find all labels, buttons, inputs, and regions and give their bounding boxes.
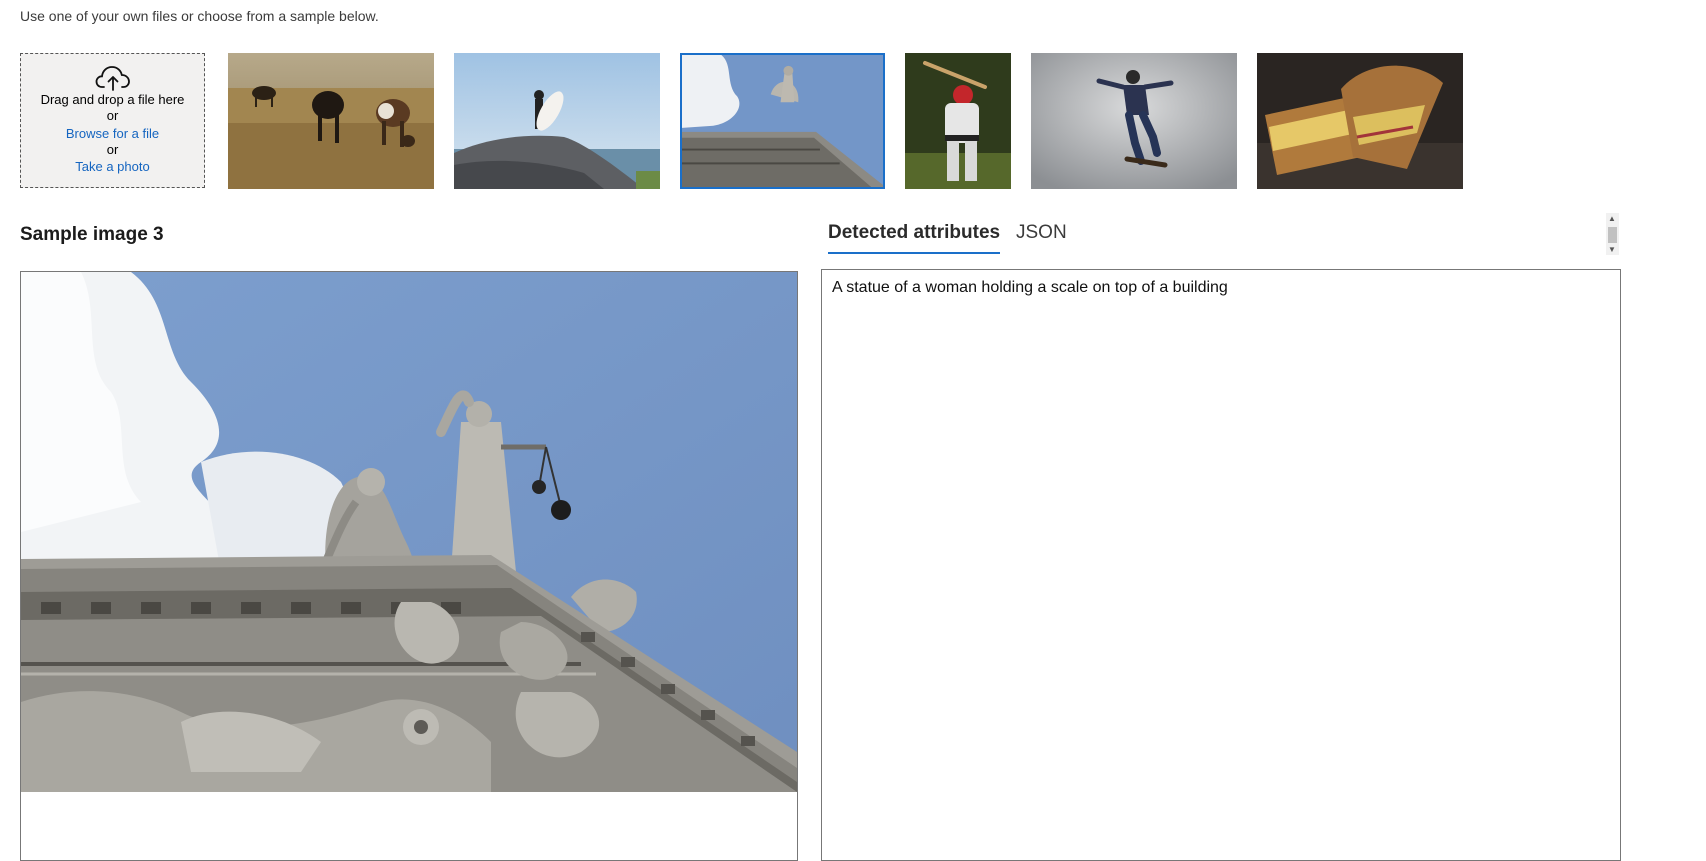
upload-dropzone[interactable]: Drag and drop a file here or Browse for … bbox=[20, 53, 205, 188]
sample-thumbnail-surfer[interactable] bbox=[454, 53, 660, 189]
browse-file-link[interactable]: Browse for a file bbox=[21, 126, 204, 142]
sample-thumbnail-sandwich[interactable] bbox=[1257, 53, 1463, 189]
sample-thumbnail-statue[interactable] bbox=[680, 53, 885, 189]
sample-image-title: Sample image 3 bbox=[20, 224, 164, 245]
skateboarder-image bbox=[1031, 53, 1237, 189]
sample-thumbnail-baseball[interactable] bbox=[905, 53, 1011, 189]
tab-detected-attributes[interactable]: Detected attributes bbox=[828, 222, 1001, 254]
sample-thumbnail-skateboarder[interactable] bbox=[1031, 53, 1237, 189]
sample-thumbnail-cows[interactable] bbox=[228, 53, 434, 189]
statue-building-image bbox=[21, 272, 797, 792]
take-photo-link[interactable]: Take a photo bbox=[21, 159, 204, 175]
surfer-image bbox=[454, 53, 660, 189]
image-caption: A statue of a woman holding a scale on t… bbox=[832, 279, 1228, 296]
scroll-down-icon[interactable]: ▼ bbox=[1608, 246, 1616, 254]
baseball-image bbox=[905, 53, 1011, 189]
tabs-scrollbar[interactable]: ▲ ▼ bbox=[1606, 213, 1619, 255]
scroll-up-icon[interactable]: ▲ bbox=[1608, 215, 1616, 223]
statue-image bbox=[682, 55, 883, 187]
sandwich-image bbox=[1257, 53, 1463, 189]
or-separator: or bbox=[106, 108, 119, 123]
selected-image-panel bbox=[20, 271, 798, 861]
cows-image bbox=[228, 53, 434, 189]
scrollbar-thumb[interactable] bbox=[1608, 227, 1617, 243]
tab-json[interactable]: JSON bbox=[1016, 222, 1067, 252]
detected-attributes-panel: A statue of a woman holding a scale on t… bbox=[821, 269, 1621, 861]
or-separator: or bbox=[106, 142, 119, 157]
cloud-upload-icon bbox=[95, 66, 130, 91]
drag-drop-text: Drag and drop a file here bbox=[40, 92, 185, 107]
intro-text: Use one of your own files or choose from… bbox=[20, 8, 379, 24]
